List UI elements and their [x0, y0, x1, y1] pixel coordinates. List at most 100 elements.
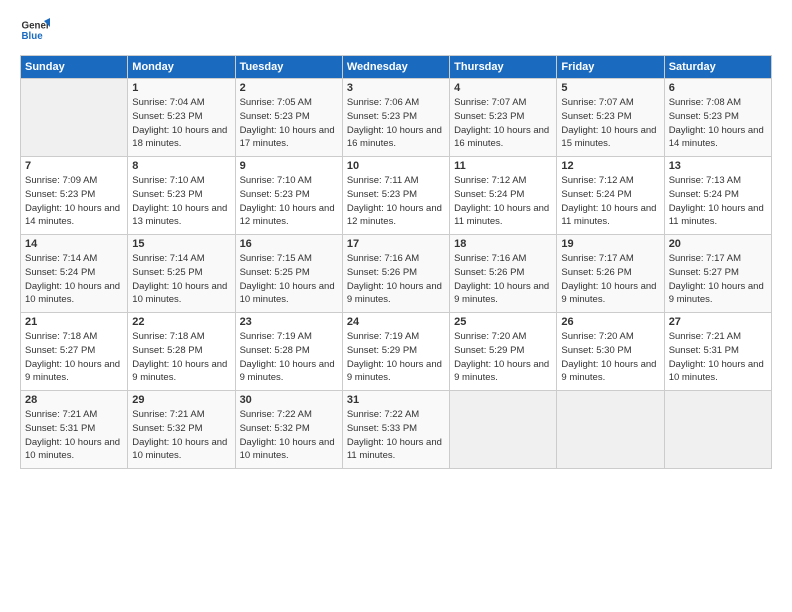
- day-info: Sunrise: 7:06 AM Sunset: 5:23 PM Dayligh…: [347, 96, 445, 151]
- calendar-cell: 7 Sunrise: 7:09 AM Sunset: 5:23 PM Dayli…: [21, 157, 128, 235]
- calendar-cell: 11 Sunrise: 7:12 AM Sunset: 5:24 PM Dayl…: [450, 157, 557, 235]
- daylight: Daylight: 10 hours and 12 minutes.: [240, 203, 335, 228]
- day-header-wednesday: Wednesday: [342, 56, 449, 79]
- daylight: Daylight: 10 hours and 11 minutes.: [561, 203, 656, 228]
- day-header-friday: Friday: [557, 56, 664, 79]
- sunrise: Sunrise: 7:14 AM: [25, 253, 97, 264]
- calendar-cell: 21 Sunrise: 7:18 AM Sunset: 5:27 PM Dayl…: [21, 313, 128, 391]
- daylight: Daylight: 10 hours and 14 minutes.: [25, 203, 120, 228]
- sunset: Sunset: 5:31 PM: [669, 345, 739, 356]
- calendar-cell: 26 Sunrise: 7:20 AM Sunset: 5:30 PM Dayl…: [557, 313, 664, 391]
- day-info: Sunrise: 7:07 AM Sunset: 5:23 PM Dayligh…: [561, 96, 659, 151]
- day-info: Sunrise: 7:19 AM Sunset: 5:28 PM Dayligh…: [240, 330, 338, 385]
- sunrise: Sunrise: 7:04 AM: [132, 97, 204, 108]
- day-header-tuesday: Tuesday: [235, 56, 342, 79]
- calendar-cell: 31 Sunrise: 7:22 AM Sunset: 5:33 PM Dayl…: [342, 391, 449, 469]
- calendar-cell: [450, 391, 557, 469]
- sunset: Sunset: 5:23 PM: [454, 111, 524, 122]
- sunrise: Sunrise: 7:07 AM: [454, 97, 526, 108]
- sunrise: Sunrise: 7:10 AM: [132, 175, 204, 186]
- day-number: 29: [132, 394, 230, 406]
- sunset: Sunset: 5:25 PM: [240, 267, 310, 278]
- sunrise: Sunrise: 7:05 AM: [240, 97, 312, 108]
- daylight: Daylight: 10 hours and 10 minutes.: [240, 437, 335, 462]
- daylight: Daylight: 10 hours and 15 minutes.: [561, 125, 656, 150]
- day-info: Sunrise: 7:09 AM Sunset: 5:23 PM Dayligh…: [25, 174, 123, 229]
- daylight: Daylight: 10 hours and 18 minutes.: [132, 125, 227, 150]
- daylight: Daylight: 10 hours and 11 minutes.: [669, 203, 764, 228]
- sunset: Sunset: 5:24 PM: [669, 189, 739, 200]
- calendar-cell: 27 Sunrise: 7:21 AM Sunset: 5:31 PM Dayl…: [664, 313, 771, 391]
- sunrise: Sunrise: 7:19 AM: [240, 331, 312, 342]
- day-number: 14: [25, 238, 123, 250]
- daylight: Daylight: 10 hours and 9 minutes.: [132, 359, 227, 384]
- day-info: Sunrise: 7:21 AM Sunset: 5:31 PM Dayligh…: [669, 330, 767, 385]
- calendar-cell: [664, 391, 771, 469]
- day-header-saturday: Saturday: [664, 56, 771, 79]
- day-info: Sunrise: 7:13 AM Sunset: 5:24 PM Dayligh…: [669, 174, 767, 229]
- daylight: Daylight: 10 hours and 10 minutes.: [669, 359, 764, 384]
- day-number: 1: [132, 82, 230, 94]
- sunset: Sunset: 5:28 PM: [132, 345, 202, 356]
- sunrise: Sunrise: 7:08 AM: [669, 97, 741, 108]
- daylight: Daylight: 10 hours and 11 minutes.: [347, 437, 442, 462]
- day-number: 12: [561, 160, 659, 172]
- day-number: 30: [240, 394, 338, 406]
- daylight: Daylight: 10 hours and 9 minutes.: [669, 281, 764, 306]
- calendar-cell: 14 Sunrise: 7:14 AM Sunset: 5:24 PM Dayl…: [21, 235, 128, 313]
- daylight: Daylight: 10 hours and 9 minutes.: [454, 359, 549, 384]
- calendar-cell: [557, 391, 664, 469]
- day-info: Sunrise: 7:12 AM Sunset: 5:24 PM Dayligh…: [561, 174, 659, 229]
- day-number: 7: [25, 160, 123, 172]
- calendar-cell: 10 Sunrise: 7:11 AM Sunset: 5:23 PM Dayl…: [342, 157, 449, 235]
- day-info: Sunrise: 7:10 AM Sunset: 5:23 PM Dayligh…: [132, 174, 230, 229]
- sunrise: Sunrise: 7:10 AM: [240, 175, 312, 186]
- daylight: Daylight: 10 hours and 9 minutes.: [347, 281, 442, 306]
- day-header-thursday: Thursday: [450, 56, 557, 79]
- day-info: Sunrise: 7:08 AM Sunset: 5:23 PM Dayligh…: [669, 96, 767, 151]
- sunrise: Sunrise: 7:21 AM: [669, 331, 741, 342]
- calendar-cell: [21, 79, 128, 157]
- sunset: Sunset: 5:23 PM: [132, 189, 202, 200]
- sunrise: Sunrise: 7:21 AM: [25, 409, 97, 420]
- sunset: Sunset: 5:31 PM: [25, 423, 95, 434]
- week-row-1: 1 Sunrise: 7:04 AM Sunset: 5:23 PM Dayli…: [21, 79, 772, 157]
- day-number: 4: [454, 82, 552, 94]
- calendar-cell: 9 Sunrise: 7:10 AM Sunset: 5:23 PM Dayli…: [235, 157, 342, 235]
- day-info: Sunrise: 7:21 AM Sunset: 5:31 PM Dayligh…: [25, 408, 123, 463]
- day-number: 13: [669, 160, 767, 172]
- sunset: Sunset: 5:24 PM: [561, 189, 631, 200]
- sunrise: Sunrise: 7:19 AM: [347, 331, 419, 342]
- day-info: Sunrise: 7:21 AM Sunset: 5:32 PM Dayligh…: [132, 408, 230, 463]
- sunrise: Sunrise: 7:17 AM: [669, 253, 741, 264]
- sunset: Sunset: 5:26 PM: [454, 267, 524, 278]
- day-number: 16: [240, 238, 338, 250]
- sunset: Sunset: 5:23 PM: [561, 111, 631, 122]
- daylight: Daylight: 10 hours and 16 minutes.: [347, 125, 442, 150]
- sunset: Sunset: 5:32 PM: [132, 423, 202, 434]
- daylight: Daylight: 10 hours and 9 minutes.: [347, 359, 442, 384]
- calendar-cell: 13 Sunrise: 7:13 AM Sunset: 5:24 PM Dayl…: [664, 157, 771, 235]
- daylight: Daylight: 10 hours and 12 minutes.: [347, 203, 442, 228]
- day-number: 2: [240, 82, 338, 94]
- sunrise: Sunrise: 7:07 AM: [561, 97, 633, 108]
- week-row-5: 28 Sunrise: 7:21 AM Sunset: 5:31 PM Dayl…: [21, 391, 772, 469]
- calendar-cell: 8 Sunrise: 7:10 AM Sunset: 5:23 PM Dayli…: [128, 157, 235, 235]
- day-info: Sunrise: 7:18 AM Sunset: 5:27 PM Dayligh…: [25, 330, 123, 385]
- day-info: Sunrise: 7:17 AM Sunset: 5:26 PM Dayligh…: [561, 252, 659, 307]
- calendar-page: General Blue SundayMondayTuesdayWednesda…: [0, 0, 792, 612]
- day-number: 25: [454, 316, 552, 328]
- day-info: Sunrise: 7:05 AM Sunset: 5:23 PM Dayligh…: [240, 96, 338, 151]
- sunset: Sunset: 5:33 PM: [347, 423, 417, 434]
- calendar-table: SundayMondayTuesdayWednesdayThursdayFrid…: [20, 55, 772, 469]
- day-info: Sunrise: 7:22 AM Sunset: 5:33 PM Dayligh…: [347, 408, 445, 463]
- sunset: Sunset: 5:27 PM: [25, 345, 95, 356]
- daylight: Daylight: 10 hours and 14 minutes.: [669, 125, 764, 150]
- daylight: Daylight: 10 hours and 10 minutes.: [132, 437, 227, 462]
- calendar-cell: 6 Sunrise: 7:08 AM Sunset: 5:23 PM Dayli…: [664, 79, 771, 157]
- sunset: Sunset: 5:32 PM: [240, 423, 310, 434]
- daylight: Daylight: 10 hours and 9 minutes.: [561, 359, 656, 384]
- logo-icon: General Blue: [20, 15, 50, 45]
- calendar-cell: 25 Sunrise: 7:20 AM Sunset: 5:29 PM Dayl…: [450, 313, 557, 391]
- sunset: Sunset: 5:25 PM: [132, 267, 202, 278]
